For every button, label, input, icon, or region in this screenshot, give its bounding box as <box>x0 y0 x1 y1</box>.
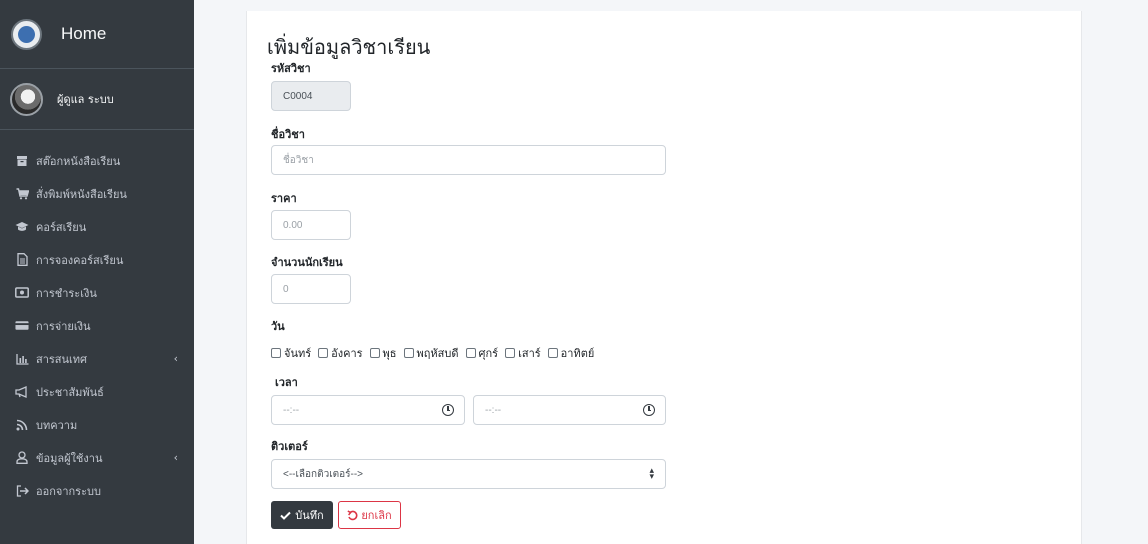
sidebar-item-label: คอร์สเรียน <box>36 220 87 234</box>
graduation-cap-icon <box>15 220 29 234</box>
sidebar-item-label: สารสนเทศ <box>36 352 88 366</box>
sidebar-item-logout[interactable]: ออกจากระบบ <box>0 474 194 507</box>
day-label: พุธ <box>382 347 397 360</box>
sidebar-item-print-books[interactable]: สั่งพิมพ์หนังสือเรียน <box>0 177 194 210</box>
bullhorn-icon <box>15 385 29 399</box>
tutor-select[interactable]: <--เลือกติวเตอร์--> ▴ ▾ <box>271 459 666 489</box>
sidebar-item-disbursement[interactable]: การจ่ายเงิน <box>0 309 194 342</box>
save-button[interactable]: บันทึก <box>271 501 333 529</box>
course-name-label: ชื่อวิชา <box>271 128 305 141</box>
user-panel[interactable]: ผู้ดูแล ระบบ <box>0 69 194 130</box>
user-name: ผู้ดูแล ระบบ <box>57 93 114 106</box>
day-checkbox-wed[interactable]: พุธ <box>369 344 397 362</box>
rss-icon <box>15 418 29 432</box>
students-label: จำนวนนักเรียน <box>271 256 343 269</box>
save-label: บันทึก <box>295 509 324 522</box>
clock-icon[interactable] <box>442 404 454 416</box>
add-course-card: เพิ่มข้อมูลวิชาเรียน รหัสวิชา C0004 ชื่อ… <box>246 11 1082 544</box>
sidebar-item-label: ข้อมูลผู้ใช้งาน <box>36 451 103 465</box>
sidebar-item-information[interactable]: สารสนเทศ ‹ <box>0 342 194 375</box>
file-text-icon <box>15 253 29 267</box>
days-label: วัน <box>271 320 285 333</box>
day-checkbox-mon[interactable]: จันทร์ <box>271 344 311 362</box>
checkbox[interactable] <box>465 348 476 358</box>
course-code-label: รหัสวิชา <box>271 62 311 75</box>
check-icon <box>280 511 291 520</box>
price-input[interactable]: 0.00 <box>271 210 351 240</box>
sidebar-item-course-booking[interactable]: การจองคอร์สเรียน <box>0 243 194 276</box>
day-checkbox-fri[interactable]: ศุกร์ <box>465 344 499 362</box>
students-input[interactable]: 0 <box>271 274 351 304</box>
time-label: เวลา <box>275 376 298 389</box>
sidebar-item-label: ประชาสัมพันธ์ <box>36 385 104 399</box>
chevron-left-icon: ‹ <box>173 451 178 464</box>
sidebar-item-payment[interactable]: การชำระเงิน <box>0 276 194 309</box>
price-placeholder: 0.00 <box>283 219 303 231</box>
checkbox[interactable] <box>547 348 558 358</box>
course-code-field: C0004 <box>271 81 351 111</box>
course-code-value: C0004 <box>283 90 313 102</box>
students-placeholder: 0 <box>283 283 289 295</box>
day-checkbox-thu[interactable]: พฤหัสบดี <box>403 344 459 362</box>
price-label: ราคา <box>271 192 297 205</box>
money-bill-icon <box>15 286 29 300</box>
sign-out-icon <box>15 484 29 498</box>
sidebar-item-book-stock[interactable]: สต๊อกหนังสือเรียน <box>0 144 194 177</box>
select-arrows-icon: ▴ ▾ <box>649 465 654 481</box>
undo-icon <box>347 509 358 520</box>
checkbox[interactable] <box>271 348 281 358</box>
time-end-placeholder: --:-- <box>485 404 502 416</box>
checkbox[interactable] <box>505 348 516 358</box>
sidebar-item-articles[interactable]: บทความ <box>0 408 194 441</box>
days-checkbox-group: จันทร์ อังคาร พุธ พฤหัสบดี ศุกร์ เสาร์ อ… <box>271 344 594 362</box>
sidebar: Home ผู้ดูแล ระบบ สต๊อกหนังสือเรียน สั่ง… <box>0 0 194 544</box>
day-label: พฤหัสบดี <box>416 347 459 360</box>
clock-icon[interactable] <box>643 404 655 416</box>
brand-logo <box>11 18 42 50</box>
archive-icon <box>15 154 29 168</box>
sidebar-item-courses[interactable]: คอร์สเรียน <box>0 210 194 243</box>
brand-link[interactable]: Home <box>0 0 194 69</box>
cancel-label: ยกเลิก <box>361 509 392 522</box>
cart-icon <box>15 187 29 201</box>
day-label: อาทิตย์ <box>560 347 595 360</box>
time-start-placeholder: --:-- <box>283 404 300 416</box>
sidebar-item-label: การจองคอร์สเรียน <box>36 253 124 267</box>
tutor-selected-value: <--เลือกติวเตอร์--> <box>283 468 364 480</box>
sidebar-item-announcements[interactable]: ประชาสัมพันธ์ <box>0 375 194 408</box>
day-label: อังคาร <box>331 347 363 360</box>
day-checkbox-tue[interactable]: อังคาร <box>318 344 363 362</box>
course-name-placeholder: ชื่อวิชา <box>283 154 314 166</box>
time-start-input[interactable]: --:-- <box>271 395 465 425</box>
avatar <box>10 82 43 116</box>
day-checkbox-sat[interactable]: เสาร์ <box>505 344 541 362</box>
tutor-label: ติวเตอร์ <box>271 440 308 453</box>
sidebar-nav: สต๊อกหนังสือเรียน สั่งพิมพ์หนังสือเรียน … <box>0 130 194 507</box>
sidebar-item-user-data[interactable]: ข้อมูลผู้ใช้งาน ‹ <box>0 441 194 474</box>
sidebar-item-label: การชำระเงิน <box>36 286 97 300</box>
credit-card-icon <box>15 319 29 333</box>
checkbox[interactable] <box>318 348 329 358</box>
brand-text: Home <box>61 24 107 43</box>
bar-chart-icon <box>15 352 29 366</box>
sidebar-item-label: บทความ <box>36 418 78 432</box>
time-end-input[interactable]: --:-- <box>473 395 666 425</box>
day-label: ศุกร์ <box>478 347 499 360</box>
sidebar-item-label: ออกจากระบบ <box>36 484 101 498</box>
sidebar-item-label: สั่งพิมพ์หนังสือเรียน <box>36 187 127 201</box>
sidebar-item-label: สต๊อกหนังสือเรียน <box>36 154 121 168</box>
checkbox[interactable] <box>403 348 414 358</box>
chevron-left-icon: ‹ <box>173 352 178 365</box>
day-label: จันทร์ <box>284 347 312 360</box>
user-icon <box>15 451 29 465</box>
day-checkbox-sun[interactable]: อาทิตย์ <box>547 344 595 362</box>
day-label: เสาร์ <box>518 347 541 360</box>
cancel-button[interactable]: ยกเลิก <box>338 501 401 529</box>
checkbox[interactable] <box>369 348 380 358</box>
course-name-input[interactable]: ชื่อวิชา <box>271 145 666 175</box>
sidebar-item-label: การจ่ายเงิน <box>36 319 91 333</box>
